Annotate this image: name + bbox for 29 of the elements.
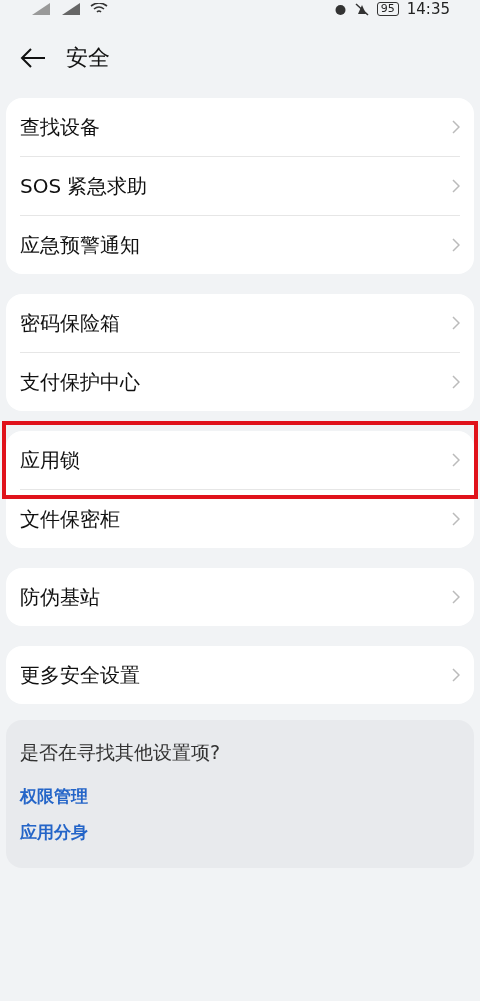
settings-item[interactable]: 防伪基站 <box>20 568 460 626</box>
bell-muted-icon <box>354 2 369 16</box>
chevron-icon <box>452 512 460 526</box>
chevron-icon <box>452 375 460 389</box>
chevron-icon <box>452 179 460 193</box>
signal-icon <box>60 3 82 15</box>
settings-item[interactable]: 更多安全设置 <box>20 646 460 704</box>
chevron-icon <box>452 316 460 330</box>
suggestion-title: 是否在寻找其他设置项? <box>20 740 222 765</box>
settings-item[interactable]: 文件保密柜 <box>20 489 460 548</box>
settings-link[interactable]: 权限管理 <box>20 778 88 814</box>
clock-time: 14:35 <box>406 0 450 18</box>
back-icon[interactable] <box>20 48 46 68</box>
settings-item[interactable]: 密码保险箱 <box>20 294 460 352</box>
signal-icon <box>30 3 52 15</box>
highlighted-settings-item[interactable]: 应用锁 <box>12 431 468 489</box>
page-title: 安全 <box>66 44 110 72</box>
chevron-icon <box>452 590 460 604</box>
chevron-icon <box>452 453 460 467</box>
settings-link[interactable]: 应用分身 <box>20 814 88 850</box>
settings-item[interactable]: 支付保护中心 <box>20 352 460 411</box>
settings-item[interactable]: 查找设备 <box>20 98 460 156</box>
wifi-icon <box>90 3 108 15</box>
battery-level: 95 <box>376 2 399 16</box>
chevron-icon <box>452 120 460 134</box>
chevron-icon <box>452 668 460 682</box>
settings-item[interactable]: 应急预警通知 <box>20 215 460 274</box>
settings-item[interactable]: SOS 紧急求助 <box>20 156 460 215</box>
chevron-icon <box>452 238 460 252</box>
